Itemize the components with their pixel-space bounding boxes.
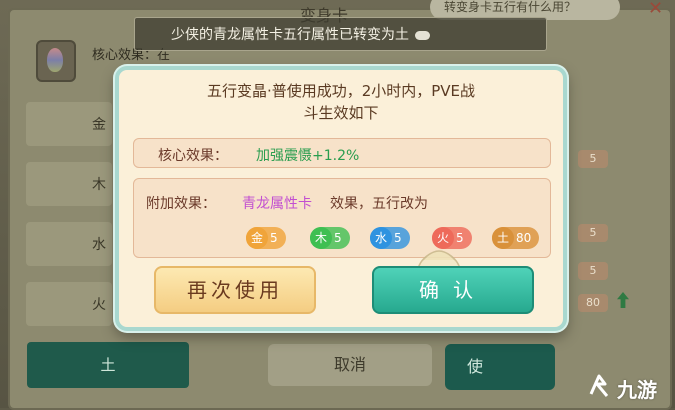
background-row-metal: 金: [26, 102, 112, 146]
element-value: 5: [270, 231, 278, 245]
toast-text: 少侠的青龙属性卡五行属性已转变为土: [171, 27, 409, 43]
watermark-text: 九游: [617, 378, 657, 402]
element-wood-badge: 木5: [310, 227, 350, 249]
core-effect-box: 核心效果： 加强震慑+1.2%: [133, 138, 551, 168]
result-dialog: 五行变晶·普使用成功，2小时内，PVE战 斗生效如下 核心效果： 加强震慑+1.…: [115, 66, 567, 331]
background-row-wood: 木: [26, 162, 112, 206]
background-row-label: 水: [92, 237, 106, 253]
dialog-message-line1: 五行变晶·普使用成功，2小时内，PVE战: [206, 82, 476, 100]
dialog-message-line2: 斗生效如下: [303, 104, 379, 122]
background-chip: 5: [578, 262, 608, 280]
crystal-item-icon: [36, 40, 76, 82]
background-cancel-button: 取消: [268, 344, 432, 386]
background-row-water: 水: [26, 222, 112, 266]
background-chip: 80: [578, 294, 608, 312]
element-value: 80: [516, 231, 532, 245]
element-water-badge: 水5: [370, 227, 410, 249]
extra-effect-text: 效果，五行改为: [330, 196, 428, 212]
dialog-message: 五行变晶·普使用成功，2小时内，PVE战 斗生效如下: [119, 80, 563, 124]
toast-notification: 少侠的青龙属性卡五行属性已转变为土: [134, 17, 547, 51]
background-tab-earth: 土: [27, 342, 189, 388]
background-use-button: 使: [445, 344, 555, 390]
water-element-icon: 水: [370, 227, 392, 249]
earth-element-icon: 土: [492, 227, 514, 249]
gamepad-icon: [415, 30, 430, 40]
wood-element-icon: 木: [310, 227, 332, 249]
core-effect-label: 核心效果：: [158, 148, 228, 164]
background-row-label: 金: [92, 117, 106, 133]
background-row-fire: 火: [26, 282, 112, 326]
element-value: 5: [394, 231, 402, 245]
element-metal-badge: 金5: [246, 227, 286, 249]
background-chip: 5: [578, 150, 608, 168]
element-earth-badge: 土 80: [492, 227, 540, 249]
use-again-button[interactable]: 再次使用: [154, 266, 316, 314]
background-row-label: 火: [92, 297, 106, 313]
extra-effect-label: 附加效果：: [146, 196, 216, 212]
close-icon: ✕: [648, 0, 664, 19]
confirm-button[interactable]: 确认: [372, 266, 534, 314]
background-chip: 5: [578, 224, 608, 242]
extra-effect-highlight: 青龙属性卡: [242, 196, 312, 212]
element-value: 5: [334, 231, 342, 245]
jiuyou-logo-icon: [589, 374, 609, 397]
core-effect-value: 加强震慑+1.2%: [256, 148, 360, 164]
metal-element-icon: 金: [246, 227, 268, 249]
background-row-label: 木: [92, 177, 106, 193]
extra-effect-box: 附加效果： 青龙属性卡 效果，五行改为 金5 木5 水5 火5 土 80: [133, 178, 551, 258]
